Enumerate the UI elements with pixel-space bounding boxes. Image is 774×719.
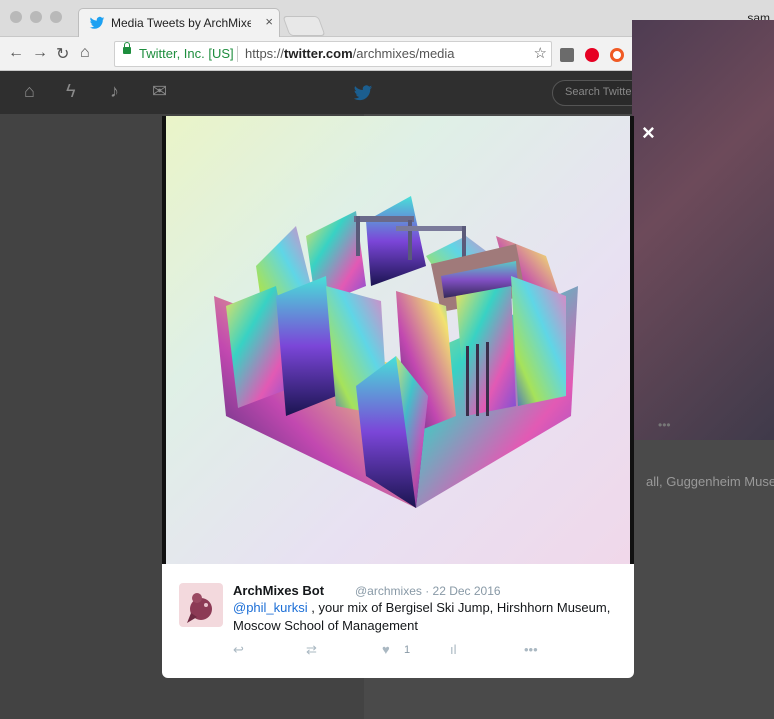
browser-tab[interactable]: Media Tweets by ArchMixes Bo × bbox=[78, 8, 280, 37]
author-name[interactable]: ArchMixes Bot bbox=[233, 583, 324, 598]
address-bar[interactable]: Twitter, Inc. [US] https://twitter.com/a… bbox=[114, 41, 552, 67]
close-window-button[interactable] bbox=[10, 11, 22, 23]
url-path: /archmixes/media bbox=[352, 46, 455, 61]
pinterest-icon[interactable] bbox=[585, 48, 599, 62]
lock-icon bbox=[123, 42, 131, 54]
like-heart-icon[interactable]: ♥ bbox=[382, 642, 390, 657]
back-arrow-icon[interactable]: ← bbox=[8, 44, 24, 62]
lightbox-close-icon[interactable]: × bbox=[642, 120, 655, 146]
secure-origin-label: Twitter, Inc. [US] bbox=[139, 46, 234, 61]
tab-title: Media Tweets by ArchMixes Bo bbox=[111, 16, 251, 30]
url-text[interactable]: https://twitter.com/archmixes/media bbox=[245, 46, 455, 61]
url-host: twitter.com bbox=[284, 46, 353, 61]
twitter-logo-icon[interactable] bbox=[352, 83, 374, 103]
bookmark-star-icon[interactable]: ☆ bbox=[534, 44, 547, 62]
url-scheme: https:// bbox=[245, 46, 285, 61]
background-more-icon: ••• bbox=[658, 418, 671, 432]
analytics-icon[interactable]: ıl bbox=[450, 642, 457, 657]
tweet-card: ArchMixes Bot @archmixes · 22 Dec 2016 @… bbox=[162, 564, 634, 678]
mention-link[interactable]: @phil_kurksi bbox=[233, 600, 308, 615]
minimize-window-button[interactable] bbox=[30, 11, 42, 23]
new-tab-button[interactable] bbox=[282, 16, 326, 36]
home-icon[interactable]: ⌂ bbox=[24, 81, 35, 102]
like-count: 1 bbox=[404, 644, 411, 656]
extension-t-icon[interactable] bbox=[560, 48, 574, 62]
author-handle-date[interactable]: @archmixes · 22 Dec 2016 bbox=[355, 584, 501, 598]
moments-lightning-icon[interactable]: ϟ bbox=[66, 81, 76, 102]
home-icon[interactable]: ⌂ bbox=[80, 44, 90, 62]
forward-arrow-icon[interactable]: → bbox=[32, 44, 48, 62]
messages-envelope-icon[interactable]: ✉ bbox=[152, 81, 167, 102]
tab-close-icon[interactable]: × bbox=[265, 14, 273, 29]
divider bbox=[237, 46, 238, 62]
reply-icon[interactable]: ↩ bbox=[233, 642, 244, 658]
background-tweet-text: all, Guggenheim Muse bbox=[646, 474, 774, 489]
architecture-render-image bbox=[214, 196, 578, 508]
background-media-image bbox=[632, 20, 774, 440]
author-avatar[interactable] bbox=[179, 583, 223, 627]
opera-icon[interactable] bbox=[610, 48, 624, 62]
twitter-bird-icon bbox=[89, 16, 105, 29]
media-image[interactable] bbox=[162, 116, 634, 564]
tweet-text: @phil_kurksi , your mix of Bergisel Ski … bbox=[233, 599, 623, 635]
reload-icon[interactable]: ↻ bbox=[56, 44, 69, 64]
search-placeholder: Search Twitter bbox=[565, 86, 636, 98]
more-options-icon[interactable]: ••• bbox=[524, 642, 538, 657]
avatar-creature-image bbox=[187, 593, 212, 623]
notifications-bell-icon[interactable]: ♪ bbox=[110, 81, 119, 102]
maximize-window-button[interactable] bbox=[50, 11, 62, 23]
retweet-icon[interactable]: ⇄ bbox=[306, 642, 317, 658]
